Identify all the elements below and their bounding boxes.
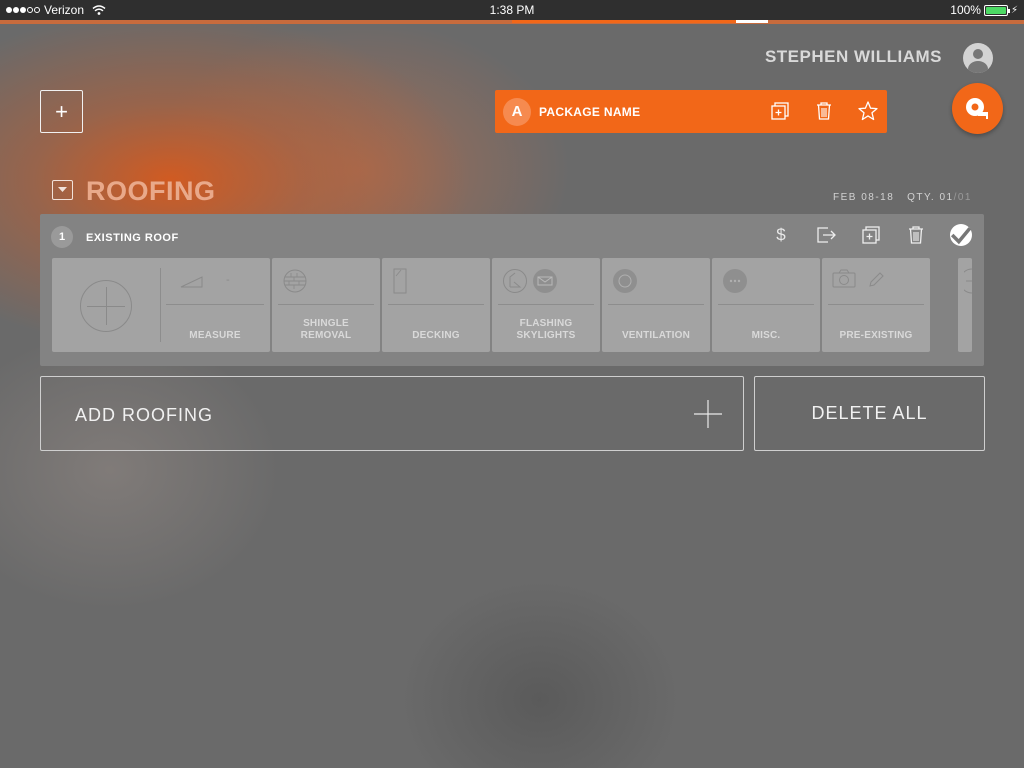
chevron-down-icon <box>58 187 67 192</box>
vent-icon <box>613 269 637 293</box>
shingle-icon <box>283 269 307 293</box>
card-number: 1 <box>51 226 73 248</box>
card-title: EXISTING ROOF <box>86 232 179 244</box>
tile-label: DECKING <box>412 330 460 341</box>
tile-misc[interactable]: MISC. <box>712 258 820 352</box>
tile-label: SHINGLE REMOVAL <box>300 318 352 341</box>
check-icon <box>950 227 972 245</box>
tile-next-partial[interactable] <box>958 258 972 352</box>
qty-label: QTY. <box>907 192 936 203</box>
roof-card[interactable]: 1 EXISTING ROOF $ - MEASURE SHINGLE REMO… <box>40 214 984 366</box>
misc-icon <box>723 269 747 293</box>
camera-icon <box>832 269 856 288</box>
add-package-button[interactable]: + <box>40 90 83 133</box>
qty-current: 01 <box>939 192 954 203</box>
tile-ventilation[interactable]: VENTILATION <box>602 258 710 352</box>
pencil-icon <box>869 272 884 287</box>
tile-label: MISC. <box>751 330 781 341</box>
compass-icon <box>964 268 972 294</box>
tile-flashing-skylights[interactable]: FLASHING SKYLIGHTS <box>492 258 600 352</box>
complete-toggle[interactable] <box>950 224 972 246</box>
battery-icon <box>983 4 1010 16</box>
tile-pre-existing[interactable]: PRE-EXISTING <box>822 258 930 352</box>
tile-label: FLASHING SKYLIGHTS <box>516 318 576 341</box>
trash-icon[interactable] <box>813 100 835 122</box>
progress-indicator <box>736 20 768 23</box>
avatar-icon[interactable] <box>963 43 993 73</box>
plus-icon <box>694 400 722 428</box>
tape-measure-button[interactable] <box>952 83 1003 134</box>
tile-measure[interactable]: - MEASURE <box>52 258 270 352</box>
section-title: ROOFING <box>86 176 216 206</box>
measure-value: - <box>226 274 230 286</box>
price-icon[interactable]: $ <box>770 225 792 245</box>
tile-label: MEASURE <box>189 330 241 341</box>
duplicate-icon[interactable] <box>769 100 791 122</box>
qty-total: /01 <box>953 192 972 203</box>
section-collapse-toggle[interactable] <box>52 180 73 200</box>
status-bar: Verizon 1:38 PM 100% ⚡ <box>0 0 1024 20</box>
duplicate-icon[interactable] <box>860 224 882 246</box>
tape-measure-icon <box>965 97 988 119</box>
compass-icon <box>80 280 132 332</box>
tile-decking[interactable]: DECKING <box>382 258 490 352</box>
package-bar[interactable]: A PACKAGE NAME <box>495 90 887 133</box>
tile-shingle-removal[interactable]: SHINGLE REMOVAL <box>272 258 380 352</box>
star-icon[interactable] <box>857 100 879 122</box>
tile-label: PRE-EXISTING <box>839 330 913 341</box>
roof-pitch-icon <box>180 276 203 288</box>
page-progress-bar <box>0 20 1024 24</box>
tile-label: VENTILATION <box>621 330 691 341</box>
charging-icon: ⚡ <box>1010 4 1018 16</box>
delete-all-button[interactable]: DELETE ALL <box>754 376 985 451</box>
section-date: FEB 08-18 <box>832 192 895 203</box>
trash-icon[interactable] <box>905 224 927 246</box>
add-roofing-button[interactable]: ADD ROOFING <box>40 376 744 451</box>
decking-icon <box>393 268 407 294</box>
user-name: STEPHEN WILLIAMS <box>764 47 942 66</box>
package-name: PACKAGE NAME <box>539 104 641 119</box>
status-time: 1:38 PM <box>489 3 535 17</box>
section-meta: FEB 08-18 QTY. 01/01 <box>833 192 972 203</box>
status-right: 100% ⚡ <box>950 3 1018 17</box>
card-actions: $ <box>770 224 972 246</box>
package-badge: A <box>503 97 531 126</box>
flashing-icon <box>503 269 557 293</box>
export-icon[interactable] <box>815 224 837 246</box>
add-roofing-label: ADD ROOFING <box>75 405 214 425</box>
package-actions <box>769 100 879 122</box>
battery-percent: 100% <box>950 3 981 17</box>
progress-segment <box>512 20 768 23</box>
work-tiles: - MEASURE SHINGLE REMOVAL DECKING FLASHI… <box>52 258 972 352</box>
